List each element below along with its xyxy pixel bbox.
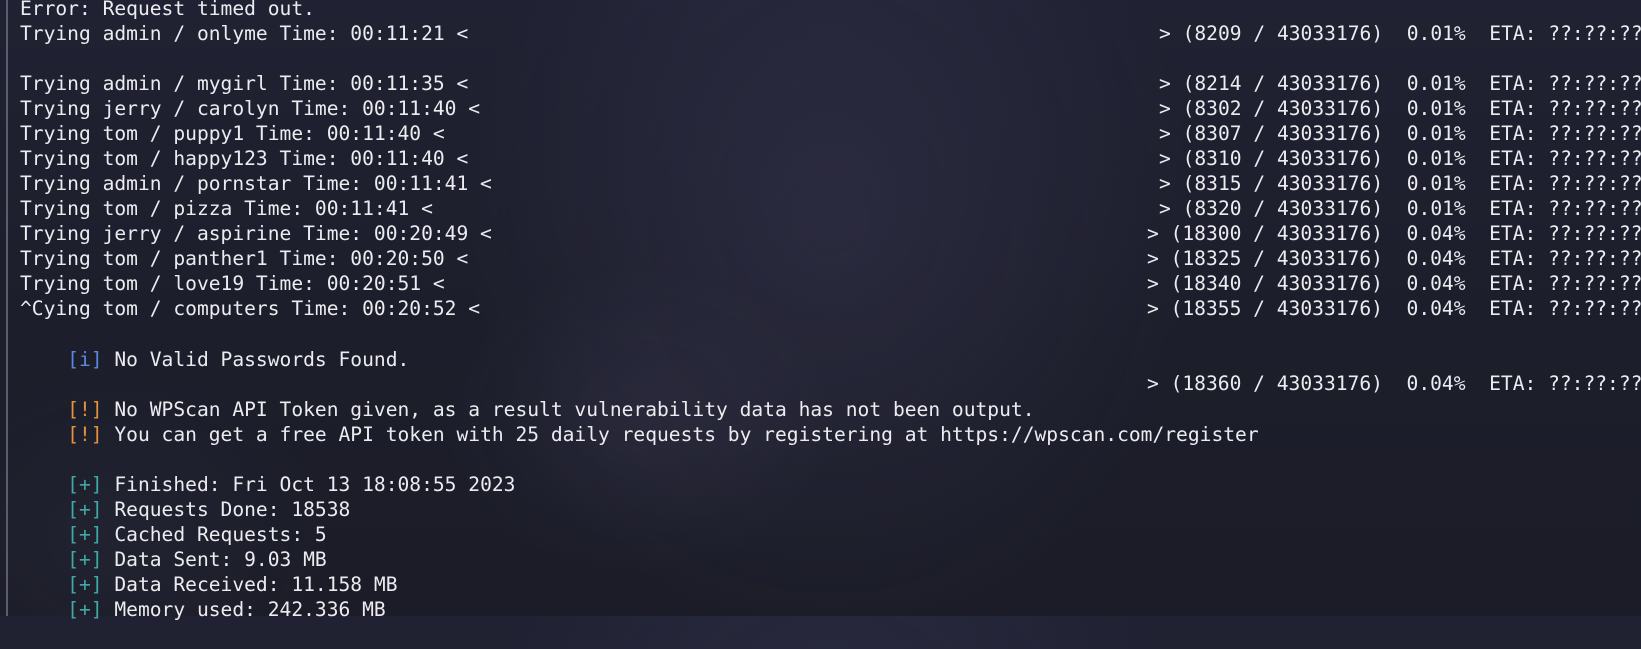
progress-indicator: > (18325 / 43033176) 0.04% ETA: ??:??:??	[1147, 247, 1641, 270]
terminal-line: Trying tom / puppy1 Time: 00:11:40 <	[20, 122, 445, 145]
terminal-line: Trying admin / onlyme Time: 00:11:21 <	[20, 22, 469, 45]
summary-line: [+] Requests Done: 18538	[20, 471, 350, 521]
progress-indicator: > (8307 / 43033176) 0.01% ETA: ??:??:??	[1159, 122, 1641, 145]
summary-line: [+] Data Sent: 9.03 MB	[20, 521, 327, 571]
terminal-line: Trying tom / pizza Time: 00:11:41 <	[20, 197, 433, 220]
warning-tag: [!]	[67, 423, 103, 446]
summary-line: [+] Data Received: 11.158 MB	[20, 546, 397, 596]
progress-indicator: > (8320 / 43033176) 0.01% ETA: ??:??:??	[1159, 197, 1641, 220]
terminal-line: Trying tom / panther1 Time: 00:20:50 <	[20, 247, 469, 270]
summary-line: [+] Cached Requests: 5	[20, 496, 327, 546]
info-tag: [i]	[67, 348, 103, 371]
terminal-line: Trying tom / happy123 Time: 00:11:40 <	[20, 147, 469, 170]
terminal-line: Trying jerry / aspirine Time: 00:20:49 <	[20, 222, 492, 245]
progress-indicator: > (8209 / 43033176) 0.01% ETA: ??:??:??	[1159, 22, 1641, 45]
terminal-line: Trying jerry / carolyn Time: 00:11:40 <	[20, 97, 481, 120]
summary-line: [+] Memory used: 242.336 MB	[20, 571, 386, 621]
terminal-line: Trying tom / love19 Time: 00:20:51 <	[20, 272, 445, 295]
progress-indicator: > (18300 / 43033176) 0.04% ETA: ??:??:??	[1147, 222, 1641, 245]
terminal-window[interactable]: Error: Request timed out. Trying admin /…	[0, 0, 1641, 621]
progress-indicator: > (18355 / 43033176) 0.04% ETA: ??:??:??	[1147, 297, 1641, 320]
progress-indicator: > (18340 / 43033176) 0.04% ETA: ??:??:??	[1147, 272, 1641, 295]
progress-indicator: > (8310 / 43033176) 0.01% ETA: ??:??:??	[1159, 147, 1641, 170]
progress-indicator: > (8214 / 43033176) 0.01% ETA: ??:??:??	[1159, 72, 1641, 95]
warning-text: You can get a free API token with 25 dai…	[102, 423, 1259, 446]
warning-message: [!] You can get a free API token with 25…	[20, 396, 1258, 446]
terminal-line: Error: Request timed out.	[20, 0, 315, 20]
progress-indicator: > (8302 / 43033176) 0.01% ETA: ??:??:??	[1159, 97, 1641, 120]
window-border	[6, 0, 8, 616]
info-text: No Valid Passwords Found.	[102, 348, 410, 371]
progress-indicator: > (18360 / 43033176) 0.04% ETA: ??:??:??	[1147, 372, 1641, 395]
terminal-line: ^Cying tom / computers Time: 00:20:52 <	[20, 297, 481, 320]
progress-indicator: > (8315 / 43033176) 0.01% ETA: ??:??:??	[1159, 172, 1641, 195]
summary-line: [+] Finished: Fri Oct 13 18:08:55 2023	[20, 446, 515, 496]
summary-text: Memory used: 242.336 MB	[102, 598, 386, 621]
terminal-line: Trying admin / mygirl Time: 00:11:35 <	[20, 72, 469, 95]
success-tag: [+]	[67, 598, 103, 621]
warning-message: [!] No WPScan API Token given, as a resu…	[20, 371, 1034, 421]
info-message: [i] No Valid Passwords Found.	[20, 321, 409, 371]
terminal-line: Trying admin / pornstar Time: 00:11:41 <	[20, 172, 492, 195]
